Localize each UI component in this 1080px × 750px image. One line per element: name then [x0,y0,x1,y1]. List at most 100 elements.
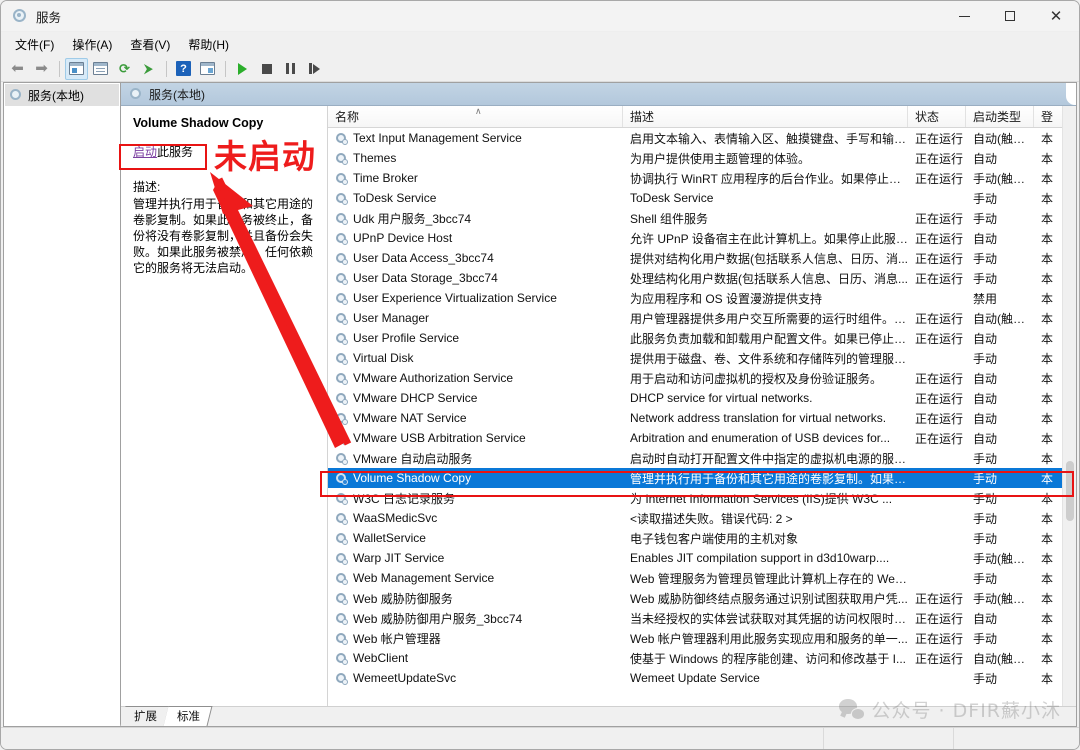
table-row[interactable]: Time Broker 协调执行 WinRT 应用程序的后台作业。如果停止或...… [328,168,1062,188]
maximize-button[interactable] [987,1,1033,32]
refresh-icon: ⟳ [119,61,130,76]
menu-view[interactable]: 查看(V) [122,33,178,56]
show-hide-tree-button[interactable] [65,57,88,80]
scrollbar-thumb[interactable] [1066,461,1074,521]
cell-service-name: User Manager [328,311,623,325]
start-service-action[interactable]: 启动此服务 [133,143,319,160]
cell-status: 正在运行 [915,651,964,666]
table-row[interactable]: WalletService 电子钱包客户端使用的主机对象 手动 本 [328,528,1062,548]
start-service-button[interactable] [231,58,254,80]
table-row[interactable]: Text Input Management Service 启用文本输入、表情输入… [328,128,1062,148]
table-row[interactable]: VMware Authorization Service 用于启动和访问虚拟机的授… [328,368,1062,388]
table-row[interactable]: Virtual Disk 提供用于磁盘、卷、文件系统和存储阵列的管理服务... 手动… [328,348,1062,368]
properties-button[interactable] [89,58,112,80]
vertical-scrollbar[interactable] [1062,106,1076,706]
table-row[interactable]: Web 威胁防御用户服务_3bcc74 当未经授权的实体尝试获取对其凭据的访问权限… [328,608,1062,628]
export-list-icon: ⮞ [143,61,154,76]
cell-logon-as: 本 [1041,491,1054,506]
table-row[interactable]: VMware 自动启动服务 启动时自动打开配置文件中指定的虚拟机电源的服务... 手… [328,448,1062,468]
back-button[interactable]: ⬅ [6,58,29,80]
cell-description: 为应用程序和 OS 设置漫游提供支持 [630,291,823,306]
table-row[interactable]: VMware NAT Service Network address transl… [328,408,1062,428]
cell-startup-type: 手动 [973,491,998,506]
detail-description-label: 描述: [133,180,161,194]
services-gear-icon [334,591,348,605]
table-row[interactable]: Warp JIT Service Enables JIT compilation … [328,548,1062,568]
start-service-link[interactable]: 启动 [133,145,157,159]
table-row[interactable]: W3C 日志记录服务 为 Internet Information Service… [328,488,1062,508]
services-gear-icon [334,411,348,425]
cell-description: 用户管理器提供多用户交互所需要的运行时组件。如... [630,311,908,326]
close-button[interactable]: ✕ [1033,1,1079,32]
restart-service-button[interactable] [303,58,326,80]
cell-service-name: VMware USB Arbitration Service [328,431,623,445]
cell-service-name: Volume Shadow Copy [328,471,623,485]
window-title: 服务 [36,10,62,25]
cell-startup-type: 自动 [973,151,998,166]
cell-description: Shell 组件服务 [630,211,709,226]
table-row[interactable]: UPnP Device Host 允许 UPnP 设备宿主在此计算机上。如果停止此… [328,228,1062,248]
tab-extended[interactable]: 扩展 [120,706,170,726]
table-row[interactable]: Themes 为用户提供使用主题管理的体验。 正在运行 自动 本 [328,148,1062,168]
table-row[interactable]: Volume Shadow Copy 管理并执行用于备份和其它用途的卷影复制。如果… [328,468,1062,488]
menu-action[interactable]: 操作(A) [64,33,120,56]
cell-description: 此服务负责加载和卸载用户配置文件。如果已停止或... [630,331,908,346]
table-row[interactable]: Web 帐户管理器 Web 帐户管理器利用此服务实现应用和服务的单一... 正在运行… [328,628,1062,648]
cell-status: 正在运行 [915,171,964,186]
cell-logon-as: 本 [1041,211,1054,226]
table-row[interactable]: User Profile Service 此服务负责加载和卸载用户配置文件。如果已… [328,328,1062,348]
table-row[interactable]: Web Management Service Web 管理服务为管理员管理此计算机… [328,568,1062,588]
table-row[interactable]: Web 威胁防御服务 Web 威胁防御终结点服务通过识别试图获取用户凭... 正在运… [328,588,1062,608]
cell-description: 允许 UPnP 设备宿主在此计算机上。如果停止此服务... [630,231,908,246]
cell-startup-type: 自动(触发... [973,311,1034,326]
menu-help[interactable]: 帮助(H) [180,33,237,56]
services-gear-icon [334,631,348,645]
tree-node-services-local[interactable]: 服务(本地) [5,84,119,106]
cell-startup-type: 手动 [973,471,998,486]
service-name-label: ToDesk Service [353,191,437,205]
column-header-status[interactable]: 状态 [908,106,966,127]
document-properties-icon [93,62,108,75]
cell-description: Wemeet Update Service [630,671,760,685]
column-header-startup-type[interactable]: 启动类型 [966,106,1034,127]
column-header-description[interactable]: 描述 [623,106,908,127]
cell-startup-type: 手动 [973,451,998,466]
help-button[interactable]: ? [172,58,195,80]
show-action-pane-button[interactable] [196,58,219,80]
forward-button[interactable]: ➡ [30,58,53,80]
pause-service-button[interactable] [279,58,302,80]
service-name-label: WebClient [353,651,409,665]
table-row[interactable]: VMware USB Arbitration Service Arbitratio… [328,428,1062,448]
export-list-button[interactable]: ⮞ [137,58,160,80]
stop-service-button[interactable] [255,58,278,80]
table-row[interactable]: ToDesk Service ToDesk Service 手动 本 [328,188,1062,208]
services-gear-icon [334,571,348,585]
toolbar-separator-1 [59,60,60,77]
service-name-label: Volume Shadow Copy [353,471,472,485]
cell-service-name: WalletService [328,531,623,545]
table-row[interactable]: User Data Storage_3bcc74 处理结构化用户数据(包括联系人信… [328,268,1062,288]
cell-service-name: WaaSMedicSvc [328,511,623,525]
cell-service-name: Warp JIT Service [328,551,623,565]
table-row[interactable]: VMware DHCP Service DHCP service for virt… [328,388,1062,408]
menu-file[interactable]: 文件(F) [7,33,62,56]
cell-startup-type: 自动 [973,391,998,406]
table-row[interactable]: User Data Access_3bcc74 提供对结构化用户数据(包括联系人信… [328,248,1062,268]
table-row[interactable]: WaaSMedicSvc <读取描述失败。错误代码: 2 > 手动 本 [328,508,1062,528]
table-row[interactable]: User Experience Virtualization Service 为应… [328,288,1062,308]
tree-node-label: 服务(本地) [28,88,84,103]
service-name-label: Text Input Management Service [353,131,522,145]
cell-logon-as: 本 [1041,231,1054,246]
table-row[interactable]: WemeetUpdateSvc Wemeet Update Service 手动 本 [328,668,1062,688]
cell-startup-type: 手动 [973,351,998,366]
table-row[interactable]: WebClient 使基于 Windows 的程序能创建、访问和修改基于 I...… [328,648,1062,668]
table-row[interactable]: Udk 用户服务_3bcc74 Shell 组件服务 正在运行 手动 本 [328,208,1062,228]
minimize-button[interactable] [941,1,987,32]
column-header-name[interactable]: 名称 ∧ [328,106,623,127]
service-name-label: Udk 用户服务_3bcc74 [353,211,472,226]
tab-standard[interactable]: 标准 [163,706,213,726]
column-header-logon-as[interactable]: 登 [1034,106,1064,127]
table-row[interactable]: User Manager 用户管理器提供多用户交互所需要的运行时组件。如... 正在… [328,308,1062,328]
refresh-button[interactable]: ⟳ [113,58,136,80]
cell-description: 提供用于磁盘、卷、文件系统和存储阵列的管理服务... [630,351,908,366]
